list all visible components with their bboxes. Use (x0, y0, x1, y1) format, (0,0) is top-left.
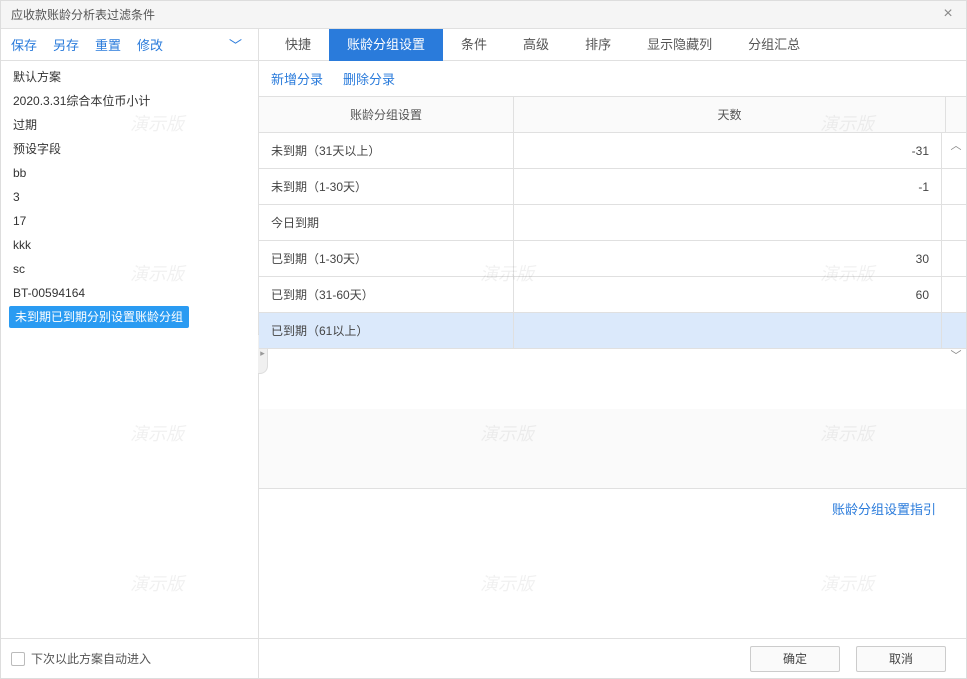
cancel-button[interactable]: 取消 (856, 646, 946, 672)
scheme-list: 默认方案2020.3.31综合本位币小计过期预设字段bb317kkkscBT-0… (1, 61, 258, 638)
title-bar: 应收款账龄分析表过滤条件 × (1, 1, 966, 29)
cell-days[interactable] (514, 313, 942, 348)
scheme-item[interactable]: 未到期已到期分别设置账龄分组 (9, 306, 189, 328)
dialog-footer: 确定 取消 (259, 638, 966, 678)
left-panel: 保存 另存 重置 修改 ﹀ 默认方案2020.3.31综合本位币小计过期预设字段… (1, 29, 259, 678)
col-scroll (946, 97, 966, 132)
cell-aging-name[interactable]: 未到期（31天以上） (259, 133, 514, 168)
cell-days[interactable]: -31 (514, 133, 942, 168)
tab-5[interactable]: 显示隐藏列 (629, 29, 730, 61)
reset-button[interactable]: 重置 (95, 35, 121, 54)
scheme-item[interactable]: kkk (1, 233, 258, 257)
sub-action-bar: 新增分录 删除分录 (259, 61, 966, 97)
cell-days[interactable] (514, 205, 942, 240)
save-button[interactable]: 保存 (11, 35, 37, 54)
cell-gutter (942, 205, 966, 240)
delete-entry-button[interactable]: 删除分录 (343, 69, 395, 88)
add-entry-button[interactable]: 新增分录 (271, 69, 323, 88)
modify-button[interactable]: 修改 (137, 35, 163, 54)
tab-0[interactable]: 快捷 (267, 29, 329, 61)
dialog-title: 应收款账龄分析表过滤条件 (11, 6, 155, 23)
scheme-item[interactable]: 默认方案 (1, 65, 258, 89)
right-panel: 快捷账龄分组设置条件高级排序显示隐藏列分组汇总 新增分录 删除分录 账龄分组设置… (259, 29, 966, 678)
dialog-body: 保存 另存 重置 修改 ﹀ 默认方案2020.3.31综合本位币小计过期预设字段… (1, 29, 966, 678)
scheme-item[interactable]: bb (1, 161, 258, 185)
scheme-item[interactable]: 过期 (1, 113, 258, 137)
cell-gutter (942, 313, 966, 348)
cell-gutter (942, 241, 966, 276)
save-as-button[interactable]: 另存 (53, 35, 79, 54)
cell-aging-name[interactable]: 已到期（61以上） (259, 313, 514, 348)
table-row[interactable]: 今日到期 (259, 205, 966, 241)
tab-1[interactable]: 账龄分组设置 (329, 29, 443, 61)
table-row[interactable]: 未到期（31天以上）-31 (259, 133, 966, 169)
table-header: 账龄分组设置 天数 (259, 97, 966, 133)
cell-aging-name[interactable]: 未到期（1-30天） (259, 169, 514, 204)
auto-enter-row: 下次以此方案自动进入 (1, 638, 258, 678)
cell-gutter (942, 169, 966, 204)
table-body: ︿ 未到期（31天以上）-31未到期（1-30天）-1今日到期已到期（1-30天… (259, 133, 966, 349)
chevron-down-icon[interactable]: ﹀ (223, 33, 248, 56)
cell-days[interactable]: 60 (514, 277, 942, 312)
aging-guide-link[interactable]: 账龄分组设置指引 (259, 489, 966, 528)
table-row[interactable]: 已到期（61以上） (259, 313, 966, 349)
scheme-actions: 保存 另存 重置 修改 ﹀ (1, 29, 258, 61)
table-row[interactable]: 已到期（1-30天）30 (259, 241, 966, 277)
auto-enter-checkbox[interactable] (11, 652, 25, 666)
table-blank-area (259, 409, 966, 489)
scheme-item[interactable]: BT-00594164 (1, 281, 258, 305)
table-row[interactable]: 未到期（1-30天）-1 (259, 169, 966, 205)
tab-2[interactable]: 条件 (443, 29, 505, 61)
cell-aging-name[interactable]: 已到期（1-30天） (259, 241, 514, 276)
scroll-down-icon[interactable]: ﹀ (949, 347, 963, 363)
scheme-item[interactable]: 17 (1, 209, 258, 233)
scheme-item[interactable]: 3 (1, 185, 258, 209)
tab-3[interactable]: 高级 (505, 29, 567, 61)
ok-button[interactable]: 确定 (750, 646, 840, 672)
scheme-item[interactable]: 2020.3.31综合本位币小计 (1, 89, 258, 113)
aging-table: 账龄分组设置 天数 ︿ 未到期（31天以上）-31未到期（1-30天）-1今日到… (259, 97, 966, 638)
table-row[interactable]: 已到期（31-60天）60 (259, 277, 966, 313)
dialog: 应收款账龄分析表过滤条件 × 保存 另存 重置 修改 ﹀ 默认方案2020.3.… (0, 0, 967, 679)
tab-6[interactable]: 分组汇总 (730, 29, 818, 61)
scheme-item[interactable]: 预设字段 (1, 137, 258, 161)
auto-enter-label: 下次以此方案自动进入 (31, 650, 151, 667)
scheme-item[interactable]: sc (1, 257, 258, 281)
scroll-up-icon[interactable]: ︿ (949, 137, 963, 153)
cell-aging-name[interactable]: 今日到期 (259, 205, 514, 240)
col-days: 天数 (514, 97, 946, 132)
cell-days[interactable]: 30 (514, 241, 942, 276)
cell-gutter (942, 277, 966, 312)
close-icon[interactable]: × (938, 5, 958, 23)
cell-days[interactable]: -1 (514, 169, 942, 204)
col-aging-group: 账龄分组设置 (259, 97, 514, 132)
cell-aging-name[interactable]: 已到期（31-60天） (259, 277, 514, 312)
tab-4[interactable]: 排序 (567, 29, 629, 61)
tab-bar: 快捷账龄分组设置条件高级排序显示隐藏列分组汇总 (259, 29, 966, 61)
